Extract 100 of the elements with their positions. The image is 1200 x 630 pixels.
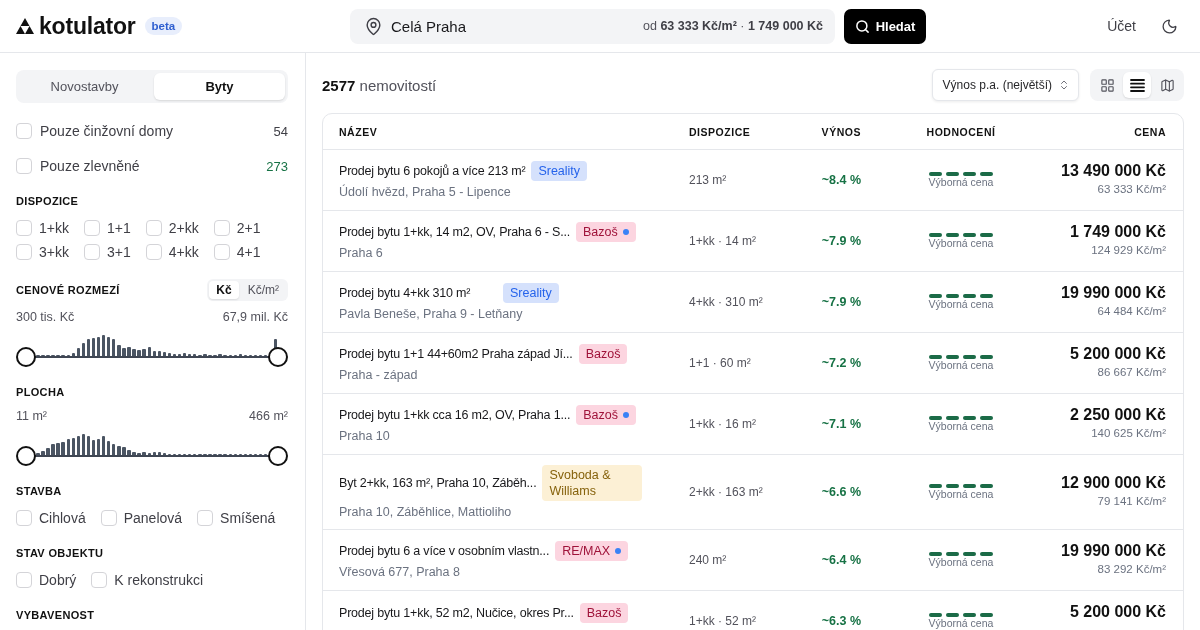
rating-dash-icon (963, 172, 976, 176)
price-per-m2: 63 333 Kč/m² (1097, 183, 1166, 195)
column-header[interactable]: DISPOZICE (689, 125, 751, 138)
checkbox[interactable] (197, 510, 214, 526)
checkbox[interactable] (83, 220, 100, 236)
tab[interactable]: Byty (154, 73, 285, 100)
tab[interactable]: Novostavby (19, 73, 150, 100)
option-label[interactable]: 3+1 (106, 244, 131, 260)
source-badge[interactable]: Sreality (503, 283, 559, 303)
listing-address: Praha 10 (339, 429, 391, 443)
slider-thumb[interactable] (268, 347, 288, 367)
listing-title[interactable]: Prodej bytu 1+kk, 14 m2, OV, Praha 6 - S... (339, 225, 570, 239)
listing-title[interactable]: Prodej bytu 6 a více v osobním vlastn... (339, 544, 550, 558)
option-label[interactable]: Panelová (123, 510, 183, 526)
rating-dash-icon (946, 552, 959, 556)
column-header[interactable]: CENA (1134, 125, 1166, 138)
range-max-label: 67,9 mil. Kč (222, 309, 288, 325)
source-badge[interactable]: Bazoš (576, 222, 636, 242)
disposition-text: 1+1 · 60 m² (689, 356, 752, 370)
grid-icon (1099, 77, 1115, 93)
price: 5 200 000 Kč (1069, 603, 1166, 621)
checkbox[interactable] (145, 244, 162, 260)
unit-option[interactable]: Kč (209, 281, 239, 299)
rating-label: Výborná cena (928, 360, 994, 371)
section-title: CENOVÉ ROZMEZÍ (16, 283, 120, 298)
option-label[interactable]: Cihlová (39, 510, 86, 526)
checkbox[interactable] (91, 572, 108, 588)
option-label[interactable]: Dobrý (39, 572, 77, 588)
logo-text[interactable]: kotulator (39, 12, 136, 40)
checkbox[interactable] (83, 244, 100, 260)
checkbox[interactable] (16, 220, 32, 236)
option-label[interactable]: K rekonstrukci (114, 572, 204, 588)
moon-icon[interactable] (1161, 17, 1178, 35)
rating-label: Výborná cena (928, 489, 994, 500)
column-header[interactable]: VÝNOS (821, 125, 861, 138)
column-header[interactable]: HODNOCENÍ (926, 125, 996, 138)
rating-dash-icon (929, 552, 942, 556)
checkbox[interactable] (16, 510, 32, 526)
rating-dash-icon (963, 613, 976, 617)
option-label[interactable]: Pouze zlevněné (40, 158, 140, 174)
checkbox[interactable] (16, 572, 32, 588)
option-label[interactable]: 1+1 (106, 220, 131, 236)
rating-dash-icon (929, 484, 942, 488)
yield-value: ~7.9 % (821, 295, 861, 309)
listing-title[interactable]: Prodej bytu 1+kk, 52 m2, Nučice, okres Pr... (339, 606, 574, 620)
chevrons-icon (1058, 79, 1070, 91)
checkbox[interactable] (16, 158, 32, 174)
source-badge[interactable]: Sreality (531, 161, 588, 181)
option-label[interactable]: 1+kk (39, 220, 69, 236)
rating-dash-icon (946, 613, 959, 617)
disposition-text: 1+kk · 52 m² (689, 614, 758, 628)
search-button[interactable]: Hledat (844, 8, 926, 44)
range-max-label: 466 m² (249, 408, 288, 424)
listing-title[interactable]: Prodej bytu 4+kk 310 m² (339, 286, 497, 300)
search-field[interactable]: Celá Praha od 63 333 Kč/m² · 1 749 000 Kč (350, 8, 835, 44)
list-view-button[interactable] (1123, 72, 1151, 98)
checkbox[interactable] (213, 220, 230, 236)
rating-label: Výborná cena (928, 421, 994, 432)
listing-title[interactable]: Byt 2+kk, 163 m², Praha 10, Záběh... (339, 476, 537, 490)
count-label: 54 (273, 123, 288, 139)
option-label[interactable]: 4+1 (236, 244, 261, 260)
checkbox[interactable] (145, 220, 162, 236)
disposition-text: 1+kk · 16 m² (689, 417, 758, 431)
section-title: VYBAVENOST (16, 608, 95, 623)
source-badge[interactable]: Bazoš (576, 405, 636, 425)
rating-dash-icon (929, 355, 942, 359)
source-badge[interactable]: RE/MAX (555, 541, 629, 561)
rating-dash-icon (980, 416, 993, 420)
checkbox[interactable] (16, 244, 32, 260)
checkbox[interactable] (16, 123, 32, 139)
rating-dash-icon (929, 233, 942, 237)
yield-value: ~6.4 % (821, 553, 861, 567)
checkbox[interactable] (213, 244, 230, 260)
price-summary: od 63 333 Kč/m² · 1 749 000 Kč (643, 19, 823, 33)
option-label[interactable]: Pouze činžovní domy (40, 123, 174, 139)
rating-dash-icon (929, 613, 942, 617)
source-badge[interactable]: Svoboda & Williams (542, 465, 643, 501)
slider-thumb[interactable] (268, 446, 288, 466)
rating-label: Výborná cena (928, 238, 994, 249)
option-label[interactable]: Smíšená (220, 510, 276, 526)
account-link[interactable]: Účet (1107, 18, 1136, 34)
option-label[interactable]: 2+1 (236, 220, 261, 236)
slider-thumb[interactable] (16, 347, 36, 367)
price: 5 200 000 Kč (1069, 345, 1166, 363)
option-label[interactable]: 2+kk (168, 220, 199, 236)
source-badge[interactable]: Bazoš (579, 603, 629, 623)
listing-address: Údolí hvězd, Praha 5 - Lipence (339, 185, 512, 199)
listing-title[interactable]: Prodej bytu 1+kk cca 16 m2, OV, Praha 1... (339, 408, 571, 422)
slider-thumb[interactable] (16, 446, 36, 466)
option-label[interactable]: 3+kk (39, 244, 69, 260)
source-badge[interactable]: Bazoš (578, 344, 628, 364)
listing-title[interactable]: Prodej bytu 1+1 44+60m2 Praha západ Jí... (339, 347, 573, 361)
column-header[interactable]: NÁZEV (339, 125, 378, 138)
unit-option[interactable]: Kč/m² (240, 281, 286, 299)
sort-select[interactable]: Výnos p.a. (největší) (931, 69, 1079, 101)
option-label[interactable]: 4+kk (168, 244, 199, 260)
yield-value: ~6.6 % (821, 485, 861, 499)
yield-value: ~7.2 % (821, 356, 861, 370)
checkbox[interactable] (100, 510, 117, 526)
listing-title[interactable]: Prodej bytu 6 pokojů a více 213 m² (339, 164, 526, 178)
